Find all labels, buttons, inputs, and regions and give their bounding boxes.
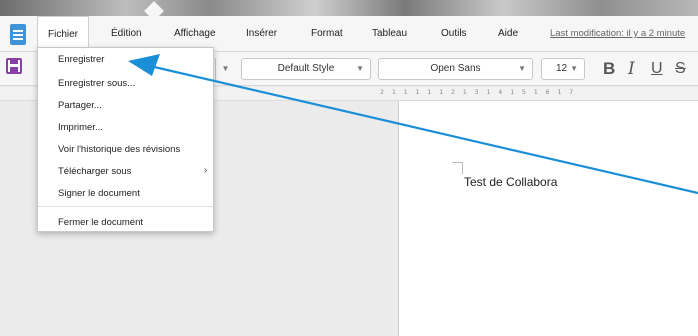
menu-insert[interactable]: Insérer <box>246 16 277 52</box>
chevron-down-icon: ▼ <box>518 64 526 73</box>
strikethrough-button[interactable]: S <box>675 58 686 80</box>
chevron-right-icon: › <box>204 165 208 176</box>
file-menu-dropdown: Enregistrer Enregistrer sous... Partager… <box>37 47 214 232</box>
font-size-value: 12 <box>556 63 568 74</box>
menu-item-download-as[interactable]: Télécharger sous <box>58 166 131 177</box>
font-size-select[interactable]: 12 ▼ <box>541 58 585 80</box>
menu-item-close-document[interactable]: Fermer le document <box>58 217 143 228</box>
toolbar-dropdown-caret[interactable]: ▼ <box>215 58 235 80</box>
paragraph-style-select[interactable]: Default Style ▼ <box>241 58 371 80</box>
chevron-down-icon: ▼ <box>356 64 364 73</box>
menu-item-share[interactable]: Partager... <box>58 100 102 111</box>
menu-separator <box>38 206 213 207</box>
save-icon[interactable] <box>6 58 22 74</box>
menu-format[interactable]: Format <box>311 16 343 52</box>
document-body-text[interactable]: Test de Collabora <box>464 175 557 189</box>
paragraph-style-value: Default Style <box>277 63 335 74</box>
menu-tools[interactable]: Outils <box>441 16 467 52</box>
menu-item-print[interactable]: Imprimer... <box>58 122 103 133</box>
menu-item-revision-history[interactable]: Voir l'historique des révisions <box>58 144 180 155</box>
document-app-icon[interactable] <box>10 24 26 45</box>
menu-help[interactable]: Aide <box>498 16 518 52</box>
chevron-down-icon: ▼ <box>570 64 578 73</box>
font-name-select[interactable]: Open Sans ▼ <box>378 58 533 80</box>
bold-button[interactable]: B <box>603 58 615 80</box>
underline-button[interactable]: U <box>651 58 663 80</box>
menu-item-sign-document[interactable]: Signer le document <box>58 188 140 199</box>
ruler-labels: 2 1 1 1 1 1 2 1 3 1 4 1 5 1 6 1 7 <box>380 88 576 96</box>
menu-item-save-as[interactable]: Enregistrer sous... <box>58 78 135 89</box>
menu-item-save[interactable]: Enregistrer <box>58 54 104 65</box>
italic-button[interactable]: I <box>628 58 635 80</box>
font-name-value: Open Sans <box>430 63 481 74</box>
text-corner-marker <box>452 162 463 174</box>
document-page[interactable] <box>398 101 698 336</box>
menu-table[interactable]: Tableau <box>372 16 407 52</box>
window-top-strip <box>0 0 698 21</box>
last-modification-link[interactable]: Last modification: il y a 2 minute <box>550 16 685 52</box>
